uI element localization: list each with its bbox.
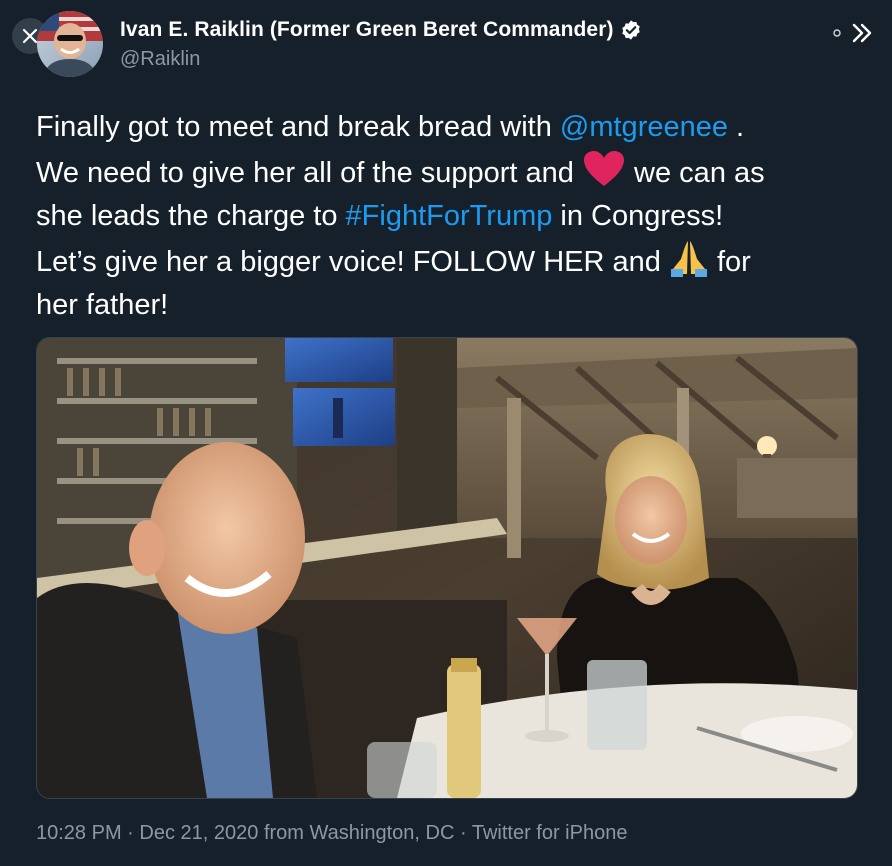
tweet-source[interactable]: Twitter for iPhone <box>472 822 628 844</box>
double-chevron-right-icon[interactable] <box>850 22 874 44</box>
tweet-line: she leads the charge to #FightForTrump i… <box>36 195 856 239</box>
tweet-location[interactable]: from Washington, DC <box>264 822 454 844</box>
verified-badge-icon <box>621 20 640 40</box>
meta-separator: · <box>459 822 467 844</box>
tweet-line: Let’s give her a bigger voice! FOLLOW HE… <box>36 239 856 285</box>
tweet-text-segment: . <box>728 111 745 143</box>
tweet-text-segment: Finally got to meet and break bread with <box>36 111 560 143</box>
top-right-controls <box>832 22 874 44</box>
avatar[interactable] <box>37 11 103 77</box>
author-handle[interactable]: @Raiklin <box>120 48 642 71</box>
tweet-text-segment: we can as <box>626 156 765 189</box>
meta-separator: · <box>127 822 134 844</box>
tweet-line: her father! <box>36 284 856 328</box>
tweet-viewer: Ivan E. Raiklin (Former Green Beret Comm… <box>0 0 892 866</box>
author-name[interactable]: Ivan E. Raiklin (Former Green Beret Comm… <box>120 18 614 42</box>
tweet-line: We need to give her all of the support a… <box>36 150 856 196</box>
tweet-text-segment: in Congress! <box>552 200 724 232</box>
tweet-text-segment: her father! <box>36 289 169 321</box>
tweet-text-segment: for <box>708 245 751 278</box>
tweet-author: Ivan E. Raiklin (Former Green Beret Comm… <box>120 18 642 71</box>
dot-icon <box>833 29 841 37</box>
tweet-line: Finally got to meet and break bread with… <box>36 106 856 150</box>
tweet-time[interactable]: 10:28 PM <box>36 822 122 844</box>
tweet-photo[interactable] <box>36 337 858 799</box>
folded-hands-icon <box>670 240 707 277</box>
tweet-text-segment: she leads the charge to <box>36 200 346 232</box>
tweet-text-segment: We need to give her all of the support a… <box>36 156 582 189</box>
tweet-metadata: 10:28 PM · Dec 21, 2020 from Washington,… <box>36 822 627 845</box>
tweet-text: Finally got to meet and break bread with… <box>36 106 856 328</box>
tweet-text-segment: Let’s give her a bigger voice! FOLLOW HE… <box>36 245 669 278</box>
red-heart-icon <box>584 150 624 186</box>
mention-link[interactable]: @mtgreenee <box>560 111 728 143</box>
tweet-date[interactable]: Dec 21, 2020 <box>139 822 258 844</box>
hashtag-link[interactable]: #FightForTrump <box>346 200 553 232</box>
